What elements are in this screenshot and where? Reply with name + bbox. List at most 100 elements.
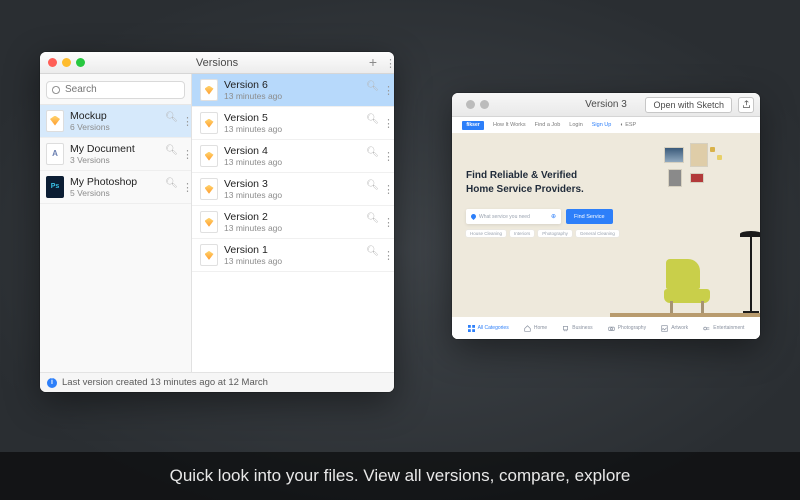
quicklook-icon[interactable]: 🔍︎ (366, 81, 379, 99)
mock-category: Photography (608, 325, 646, 332)
category-icon (468, 325, 475, 332)
sketch-file-icon (200, 79, 218, 101)
file-item[interactable]: My Photoshop 5 Versions 🔍︎ (40, 171, 191, 204)
category-icon (661, 325, 668, 332)
quicklook-icon[interactable]: 🔍︎ (165, 178, 178, 196)
version-time: 13 minutes ago (224, 124, 360, 134)
version-item[interactable]: Version 6 13 minutes ago 🔍︎ (192, 74, 394, 107)
mock-category: Home (524, 325, 547, 332)
search-input[interactable] (46, 81, 185, 99)
mock-category: Business (562, 325, 592, 332)
version-item[interactable]: Version 1 13 minutes ago 🔍︎ (192, 239, 394, 272)
mock-search-button: Find Service (566, 209, 613, 224)
more-icon[interactable] (383, 180, 386, 198)
version-time: 13 minutes ago (224, 256, 360, 266)
category-icon (703, 325, 710, 332)
mock-tag: General Cleaning (576, 230, 619, 237)
file-item[interactable]: Mockup 6 Versions 🔍︎ (40, 105, 191, 138)
mock-hero: Find Reliable & VerifiedHome Service Pro… (452, 133, 760, 339)
more-icon[interactable] (182, 145, 185, 163)
preview-window: Version 3 Open with Sketch fikser How It… (452, 93, 760, 339)
traffic-lights[interactable] (458, 100, 489, 109)
version-item[interactable]: Version 5 13 minutes ago 🔍︎ (192, 107, 394, 140)
quicklook-icon[interactable]: 🔍︎ (366, 180, 379, 198)
file-name: My Document (70, 143, 159, 155)
preview-content: fikser How It Works Find a Job Login Sig… (452, 117, 760, 339)
sketch-file-icon (200, 211, 218, 233)
quicklook-icon[interactable]: 🔍︎ (165, 112, 178, 130)
category-icon (562, 325, 569, 332)
locate-icon: ⊕ (551, 213, 556, 220)
version-name: Version 6 (224, 79, 360, 91)
more-icon[interactable] (383, 147, 386, 165)
add-button[interactable]: + (369, 55, 377, 69)
close-icon[interactable] (466, 100, 475, 109)
version-item[interactable]: Version 2 13 minutes ago 🔍︎ (192, 206, 394, 239)
hero-headline: Find Reliable & VerifiedHome Service Pro… (466, 169, 610, 196)
mock-tags: House CleaningInteriorsPhotographyGenera… (466, 230, 619, 237)
nav-item: Login (569, 122, 582, 128)
version-name: Version 1 (224, 244, 360, 256)
more-icon[interactable] (383, 114, 386, 132)
mock-tag: House Cleaning (466, 230, 506, 237)
quicklook-icon[interactable]: 🔍︎ (366, 213, 379, 231)
mock-category: Entertainment (703, 325, 744, 332)
sketch-file-icon (200, 178, 218, 200)
file-name: Mockup (70, 110, 159, 122)
sticky-note-icon (710, 147, 715, 152)
share-icon (742, 100, 751, 109)
version-name: Version 3 (224, 178, 360, 190)
minimize-icon[interactable] (480, 100, 489, 109)
quicklook-icon[interactable]: 🔍︎ (165, 145, 178, 163)
file-item[interactable]: My Document 3 Versions 🔍︎ (40, 138, 191, 171)
info-icon: i (47, 378, 57, 388)
close-icon[interactable] (48, 58, 57, 67)
traffic-lights[interactable] (40, 58, 85, 67)
version-time: 13 minutes ago (224, 157, 360, 167)
version-name: Version 2 (224, 211, 360, 223)
more-icon[interactable] (182, 178, 185, 196)
pin-icon (470, 213, 477, 220)
sketch-file-icon (200, 244, 218, 266)
doc-file-icon (46, 143, 64, 165)
sketch-file-icon (200, 145, 218, 167)
mock-category: Artwork (661, 325, 688, 332)
mock-logo: fikser (462, 121, 484, 130)
minimize-icon[interactable] (62, 58, 71, 67)
mock-tag: Interiors (510, 230, 534, 237)
ps-file-icon (46, 176, 64, 198)
nav-item: Find a Job (535, 122, 561, 128)
mock-search-input: What service you need⊕ (466, 209, 561, 224)
version-name: Version 4 (224, 145, 360, 157)
wall-frame-icon (690, 173, 704, 183)
version-item[interactable]: Version 4 13 minutes ago 🔍︎ (192, 140, 394, 173)
mock-category: All Categories (468, 325, 509, 332)
nav-signup: Sign Up (592, 122, 612, 128)
file-subtitle: 3 Versions (70, 155, 159, 165)
more-icon[interactable] (385, 56, 388, 70)
version-item[interactable]: Version 3 13 minutes ago 🔍︎ (192, 173, 394, 206)
quicklook-icon[interactable]: 🔍︎ (366, 246, 379, 264)
status-bar: i Last version created 13 minutes ago at… (40, 372, 394, 392)
version-time: 13 minutes ago (224, 223, 360, 233)
nav-lang: ◐ ESP (620, 122, 636, 128)
open-with-button[interactable]: Open with Sketch (645, 97, 732, 113)
file-name: My Photoshop (70, 176, 159, 188)
sketch-file-icon (200, 112, 218, 134)
quicklook-icon[interactable]: 🔍︎ (366, 114, 379, 132)
version-time: 13 minutes ago (224, 91, 360, 101)
version-time: 13 minutes ago (224, 190, 360, 200)
version-name: Version 5 (224, 112, 360, 124)
more-icon[interactable] (182, 112, 185, 130)
quicklook-icon[interactable]: 🔍︎ (366, 147, 379, 165)
zoom-icon[interactable] (76, 58, 85, 67)
more-icon[interactable] (383, 213, 386, 231)
share-button[interactable] (738, 97, 754, 113)
file-subtitle: 5 Versions (70, 188, 159, 198)
more-icon[interactable] (383, 246, 386, 264)
category-icon (608, 325, 615, 332)
more-icon[interactable] (383, 81, 386, 99)
status-text: Last version created 13 minutes ago at 1… (62, 377, 268, 388)
category-icon (524, 325, 531, 332)
promo-caption: Quick look into your files. View all ver… (0, 452, 800, 500)
